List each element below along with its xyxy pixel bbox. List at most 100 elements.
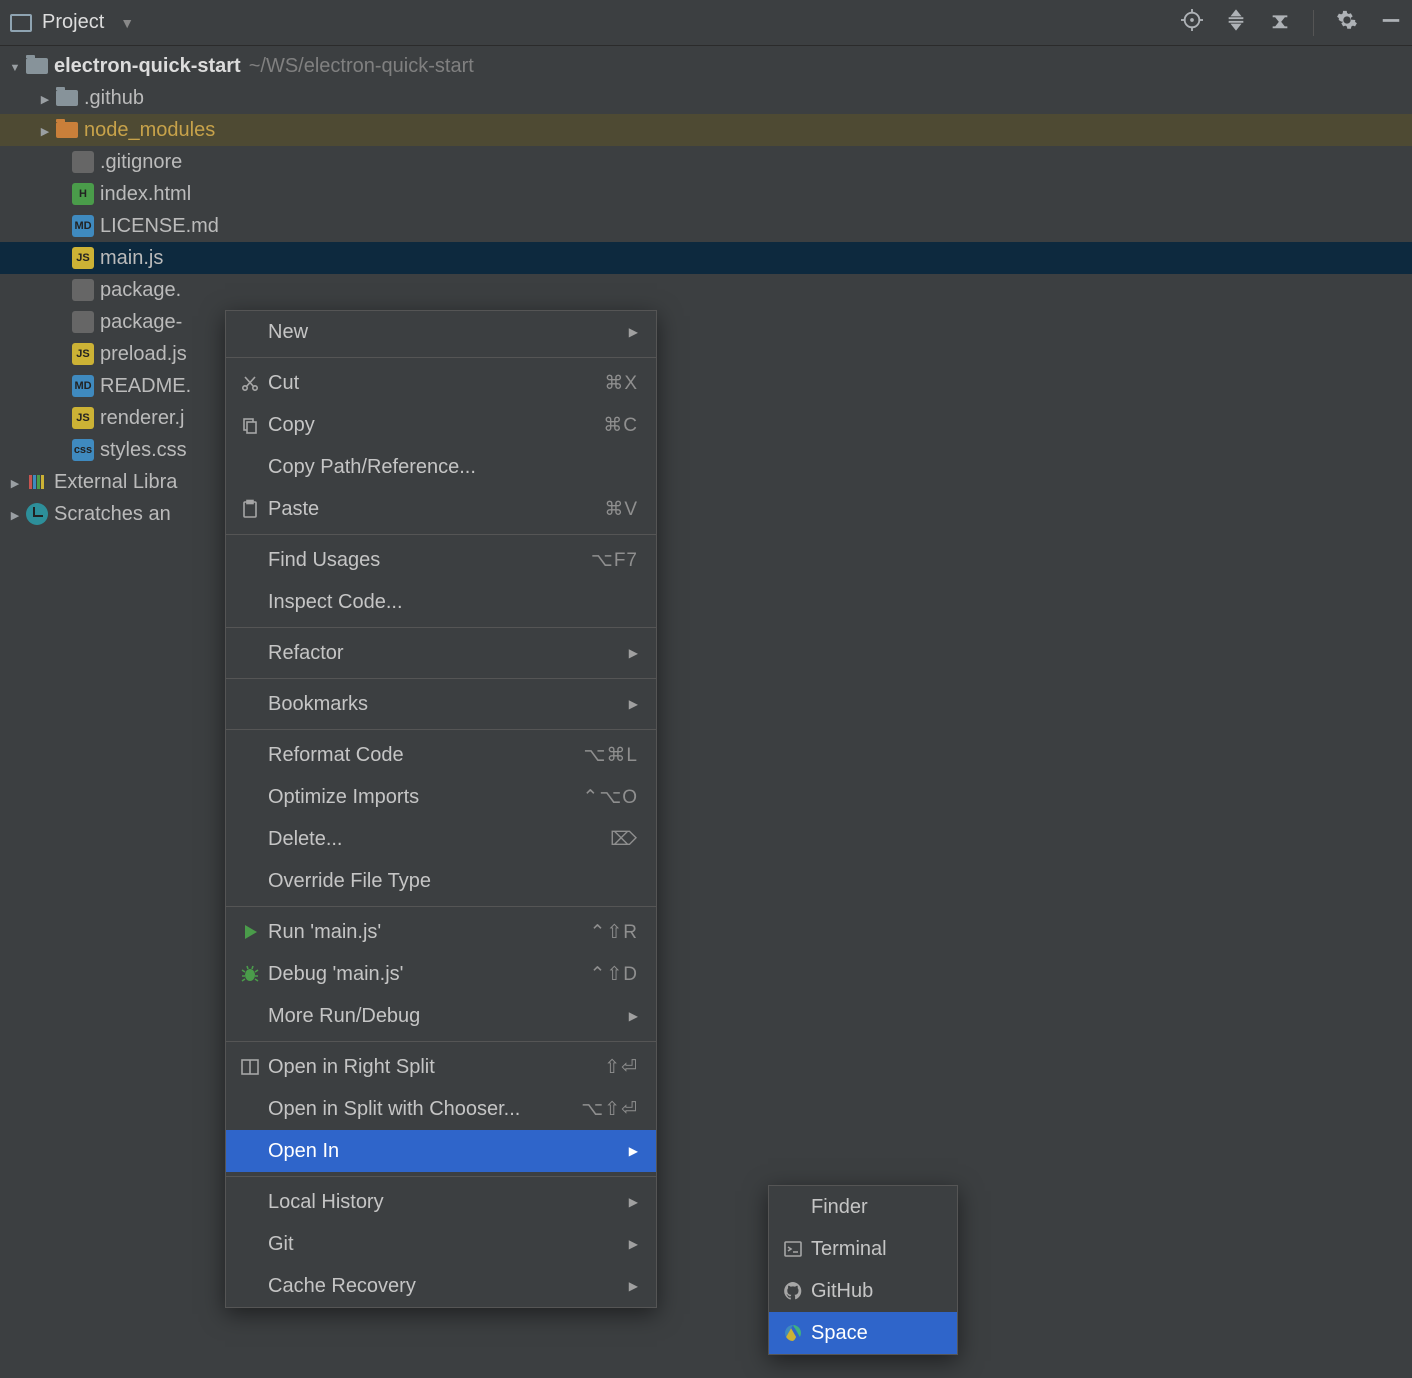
copy-icon: [240, 415, 268, 435]
tree-root[interactable]: electron-quick-start ~/WS/electron-quick…: [0, 50, 1412, 82]
tree-item[interactable]: .github: [0, 82, 1412, 114]
menu-item[interactable]: Override File Type: [226, 860, 656, 902]
open-in-submenu: Finder Terminal GitHubSpace: [768, 1185, 958, 1355]
submenu-item[interactable]: GitHub: [769, 1270, 957, 1312]
tree-item[interactable]: External Libra: [0, 466, 1412, 498]
project-selector[interactable]: Project ▼: [10, 11, 134, 34]
file-icon: [56, 90, 78, 106]
tree-item-label: .github: [84, 87, 144, 110]
menu-item-label: Bookmarks: [268, 693, 619, 716]
submenu-arrow-icon: ▶: [629, 1009, 638, 1023]
submenu-item[interactable]: Finder: [769, 1186, 957, 1228]
tree-item[interactable]: .gitignore: [0, 146, 1412, 178]
tree-item-label: .gitignore: [100, 151, 182, 174]
scratch-icon: [26, 503, 48, 525]
menu-item[interactable]: New▶: [226, 311, 656, 353]
menu-shortcut: ⌦: [610, 828, 638, 851]
menu-item[interactable]: Cut⌘X: [226, 362, 656, 404]
chevron-right-icon[interactable]: [6, 506, 24, 522]
menu-item-label: Debug 'main.js': [268, 963, 589, 986]
menu-separator: [226, 1041, 656, 1042]
menu-item[interactable]: Open In▶: [226, 1130, 656, 1172]
menu-item[interactable]: Optimize Imports⌃⌥O: [226, 776, 656, 818]
menu-item[interactable]: More Run/Debug ▶: [226, 995, 656, 1037]
tree-item[interactable]: JSmain.js: [0, 242, 1412, 274]
menu-item-label: Reformat Code: [268, 744, 584, 767]
menu-item[interactable]: Refactor▶: [226, 632, 656, 674]
tree-item-label: README.: [100, 375, 191, 398]
menu-item[interactable]: Inspect Code...: [226, 581, 656, 623]
chevron-right-icon[interactable]: [36, 90, 54, 106]
file-icon: JS: [72, 247, 94, 269]
file-icon: JS: [72, 343, 94, 365]
expand-all-icon[interactable]: [1225, 9, 1247, 37]
submenu-arrow-icon: ▶: [629, 1237, 638, 1251]
menu-item-label: Copy Path/Reference...: [268, 456, 638, 479]
tree-item[interactable]: MDREADME.: [0, 370, 1412, 402]
tree-item[interactable]: JSrenderer.j: [0, 402, 1412, 434]
collapse-all-icon[interactable]: [1269, 9, 1291, 37]
file-icon: [72, 151, 94, 173]
file-icon: H: [72, 183, 94, 205]
menu-item[interactable]: Git▶: [226, 1223, 656, 1265]
menu-item[interactable]: Find Usages⌥F7: [226, 539, 656, 581]
tree-item-label: package-: [100, 311, 182, 334]
menu-shortcut: ⌃⌥O: [582, 786, 638, 809]
menu-item-label: Override File Type: [268, 870, 638, 893]
menu-item[interactable]: Cache Recovery▶: [226, 1265, 656, 1307]
menu-item[interactable]: Delete...⌦: [226, 818, 656, 860]
menu-item[interactable]: Copy⌘C: [226, 404, 656, 446]
menu-shortcut: ⌥⌘L: [584, 744, 638, 767]
chevron-right-icon[interactable]: [6, 474, 24, 490]
submenu-item-label: Terminal: [811, 1238, 939, 1261]
menu-item[interactable]: Copy Path/Reference...: [226, 446, 656, 488]
menu-shortcut: ⌘V: [604, 498, 638, 521]
menu-separator: [226, 678, 656, 679]
tree-item[interactable]: Hindex.html: [0, 178, 1412, 210]
project-tree[interactable]: electron-quick-start ~/WS/electron-quick…: [0, 46, 1412, 530]
tree-item[interactable]: cssstyles.css: [0, 434, 1412, 466]
menu-separator: [226, 906, 656, 907]
minimize-icon[interactable]: [1380, 9, 1402, 37]
menu-shortcut: ⌥F7: [591, 549, 638, 572]
submenu-item-label: Finder: [811, 1196, 939, 1219]
tree-item[interactable]: JSpreload.js: [0, 338, 1412, 370]
tree-item[interactable]: MDLICENSE.md: [0, 210, 1412, 242]
menu-item[interactable]: Debug 'main.js'⌃⇧D: [226, 953, 656, 995]
menu-item-label: Find Usages: [268, 549, 591, 572]
menu-item[interactable]: Open in Split with Chooser...⌥⇧⏎: [226, 1088, 656, 1130]
menu-item[interactable]: Reformat Code⌥⌘L: [226, 734, 656, 776]
chevron-right-icon[interactable]: [36, 122, 54, 138]
menu-item-label: More Run/Debug: [268, 1005, 619, 1028]
tree-item[interactable]: node_modules: [0, 114, 1412, 146]
space-icon: [783, 1323, 811, 1343]
tree-item-label: styles.css: [100, 439, 187, 462]
submenu-item[interactable]: Space: [769, 1312, 957, 1354]
file-icon: JS: [72, 407, 94, 429]
tree-item[interactable]: Scratches an: [0, 498, 1412, 530]
menu-item[interactable]: Paste⌘V: [226, 488, 656, 530]
file-icon: [72, 279, 94, 301]
menu-shortcut: ⌃⇧D: [589, 963, 638, 986]
menu-separator: [226, 534, 656, 535]
submenu-arrow-icon: ▶: [629, 1195, 638, 1209]
menu-item[interactable]: Local History▶: [226, 1181, 656, 1223]
tree-item-label: LICENSE.md: [100, 215, 219, 238]
tree-item[interactable]: package-: [0, 306, 1412, 338]
project-title: Project: [42, 11, 104, 34]
submenu-item[interactable]: Terminal: [769, 1228, 957, 1270]
debug-icon: [240, 964, 268, 984]
menu-item-label: Open in Right Split: [268, 1056, 604, 1079]
locate-icon[interactable]: [1181, 9, 1203, 37]
submenu-arrow-icon: ▶: [629, 1144, 638, 1158]
menu-item[interactable]: Run 'main.js'⌃⇧R: [226, 911, 656, 953]
file-icon: [72, 311, 94, 333]
context-menu: New▶ Cut⌘XCopy⌘C Copy Path/Reference... Pas…: [225, 310, 657, 1308]
menu-item[interactable]: Open in Right Split⇧⏎: [226, 1046, 656, 1088]
menu-item[interactable]: Bookmarks▶: [226, 683, 656, 725]
tree-item[interactable]: package.: [0, 274, 1412, 306]
gear-icon[interactable]: [1336, 9, 1358, 37]
toolbar-divider: [1313, 10, 1314, 36]
dropdown-arrow-icon: ▼: [120, 15, 134, 31]
chevron-down-icon[interactable]: [6, 58, 24, 74]
